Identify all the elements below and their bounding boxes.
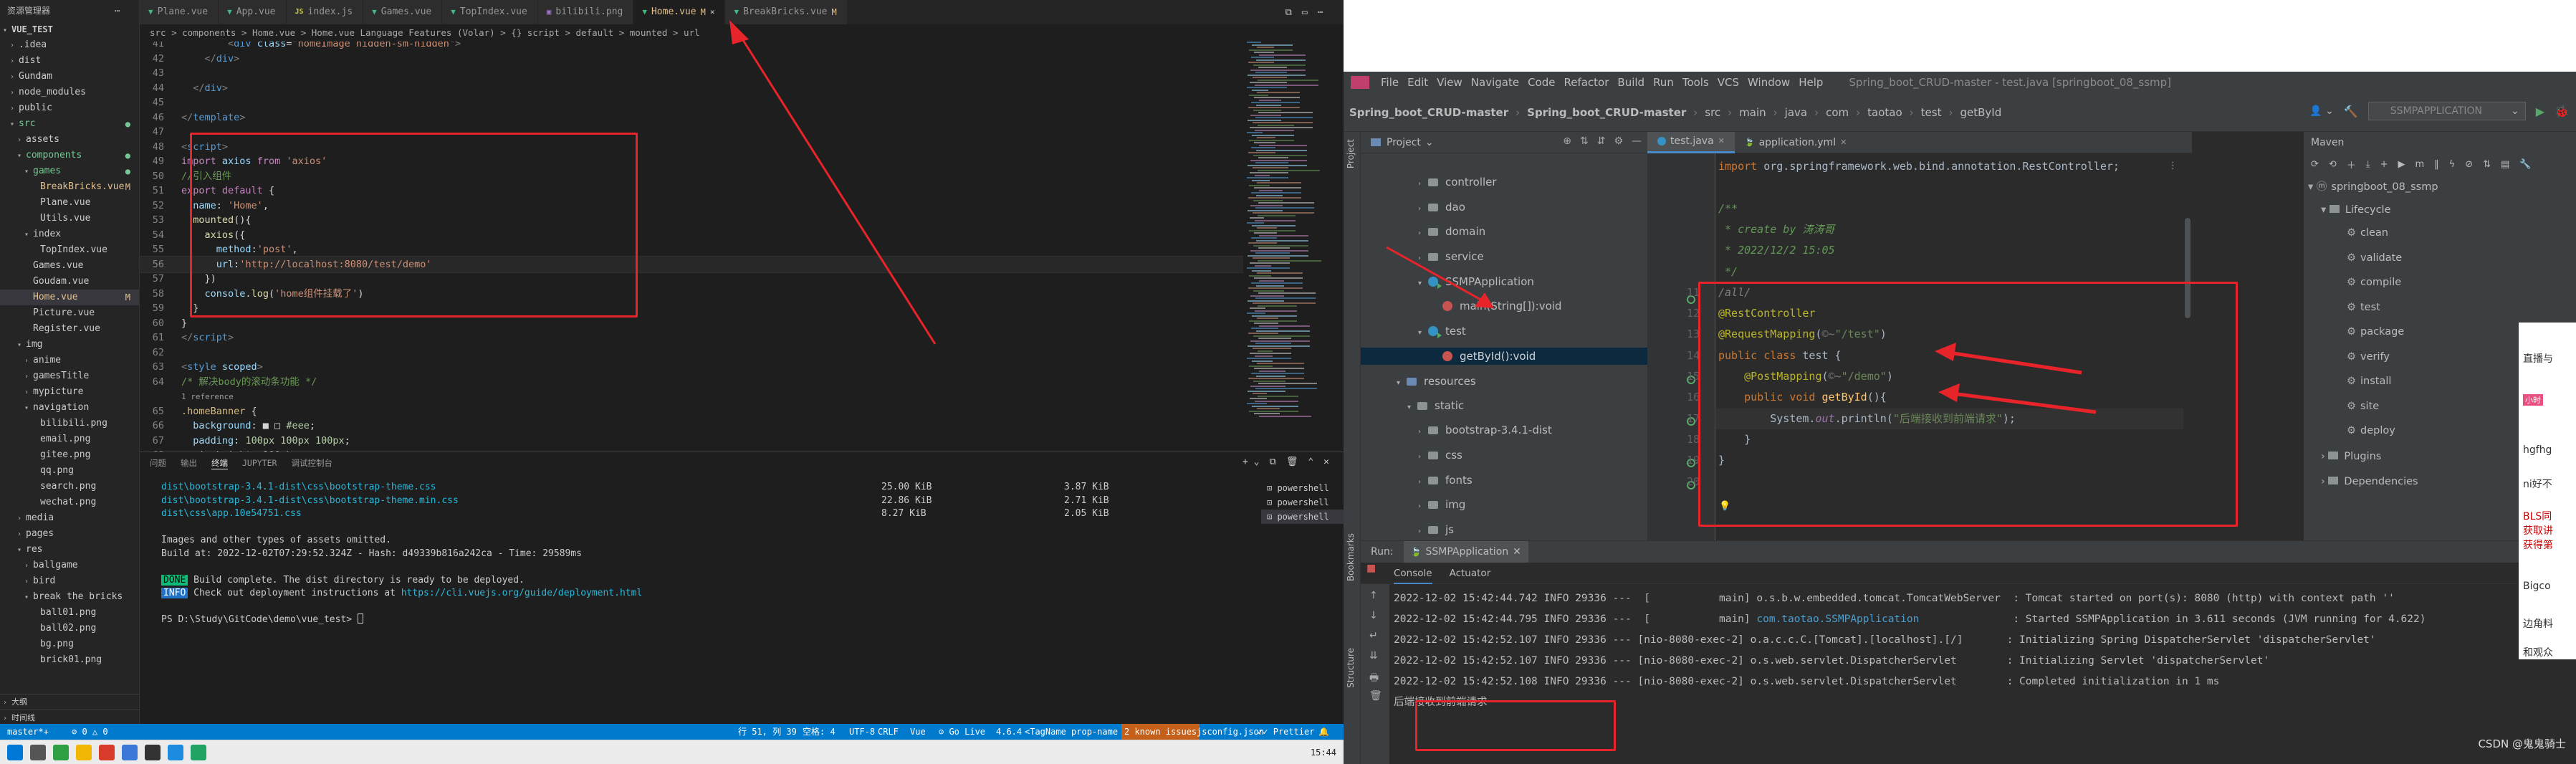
arrow-line <box>1386 246 1484 302</box>
screenshot-root: 资源管理器 ⋯ ▾ VUE_TEST › .idea › dist › Gundam › node… <box>0 0 2576 764</box>
arrow-head <box>1935 343 1956 361</box>
arrow-line <box>1948 350 2082 375</box>
annotation-arrows <box>1386 246 2097 414</box>
arrow-head <box>1938 383 1960 402</box>
arrow-head <box>1475 292 1494 308</box>
arrow-line <box>1952 391 2097 414</box>
